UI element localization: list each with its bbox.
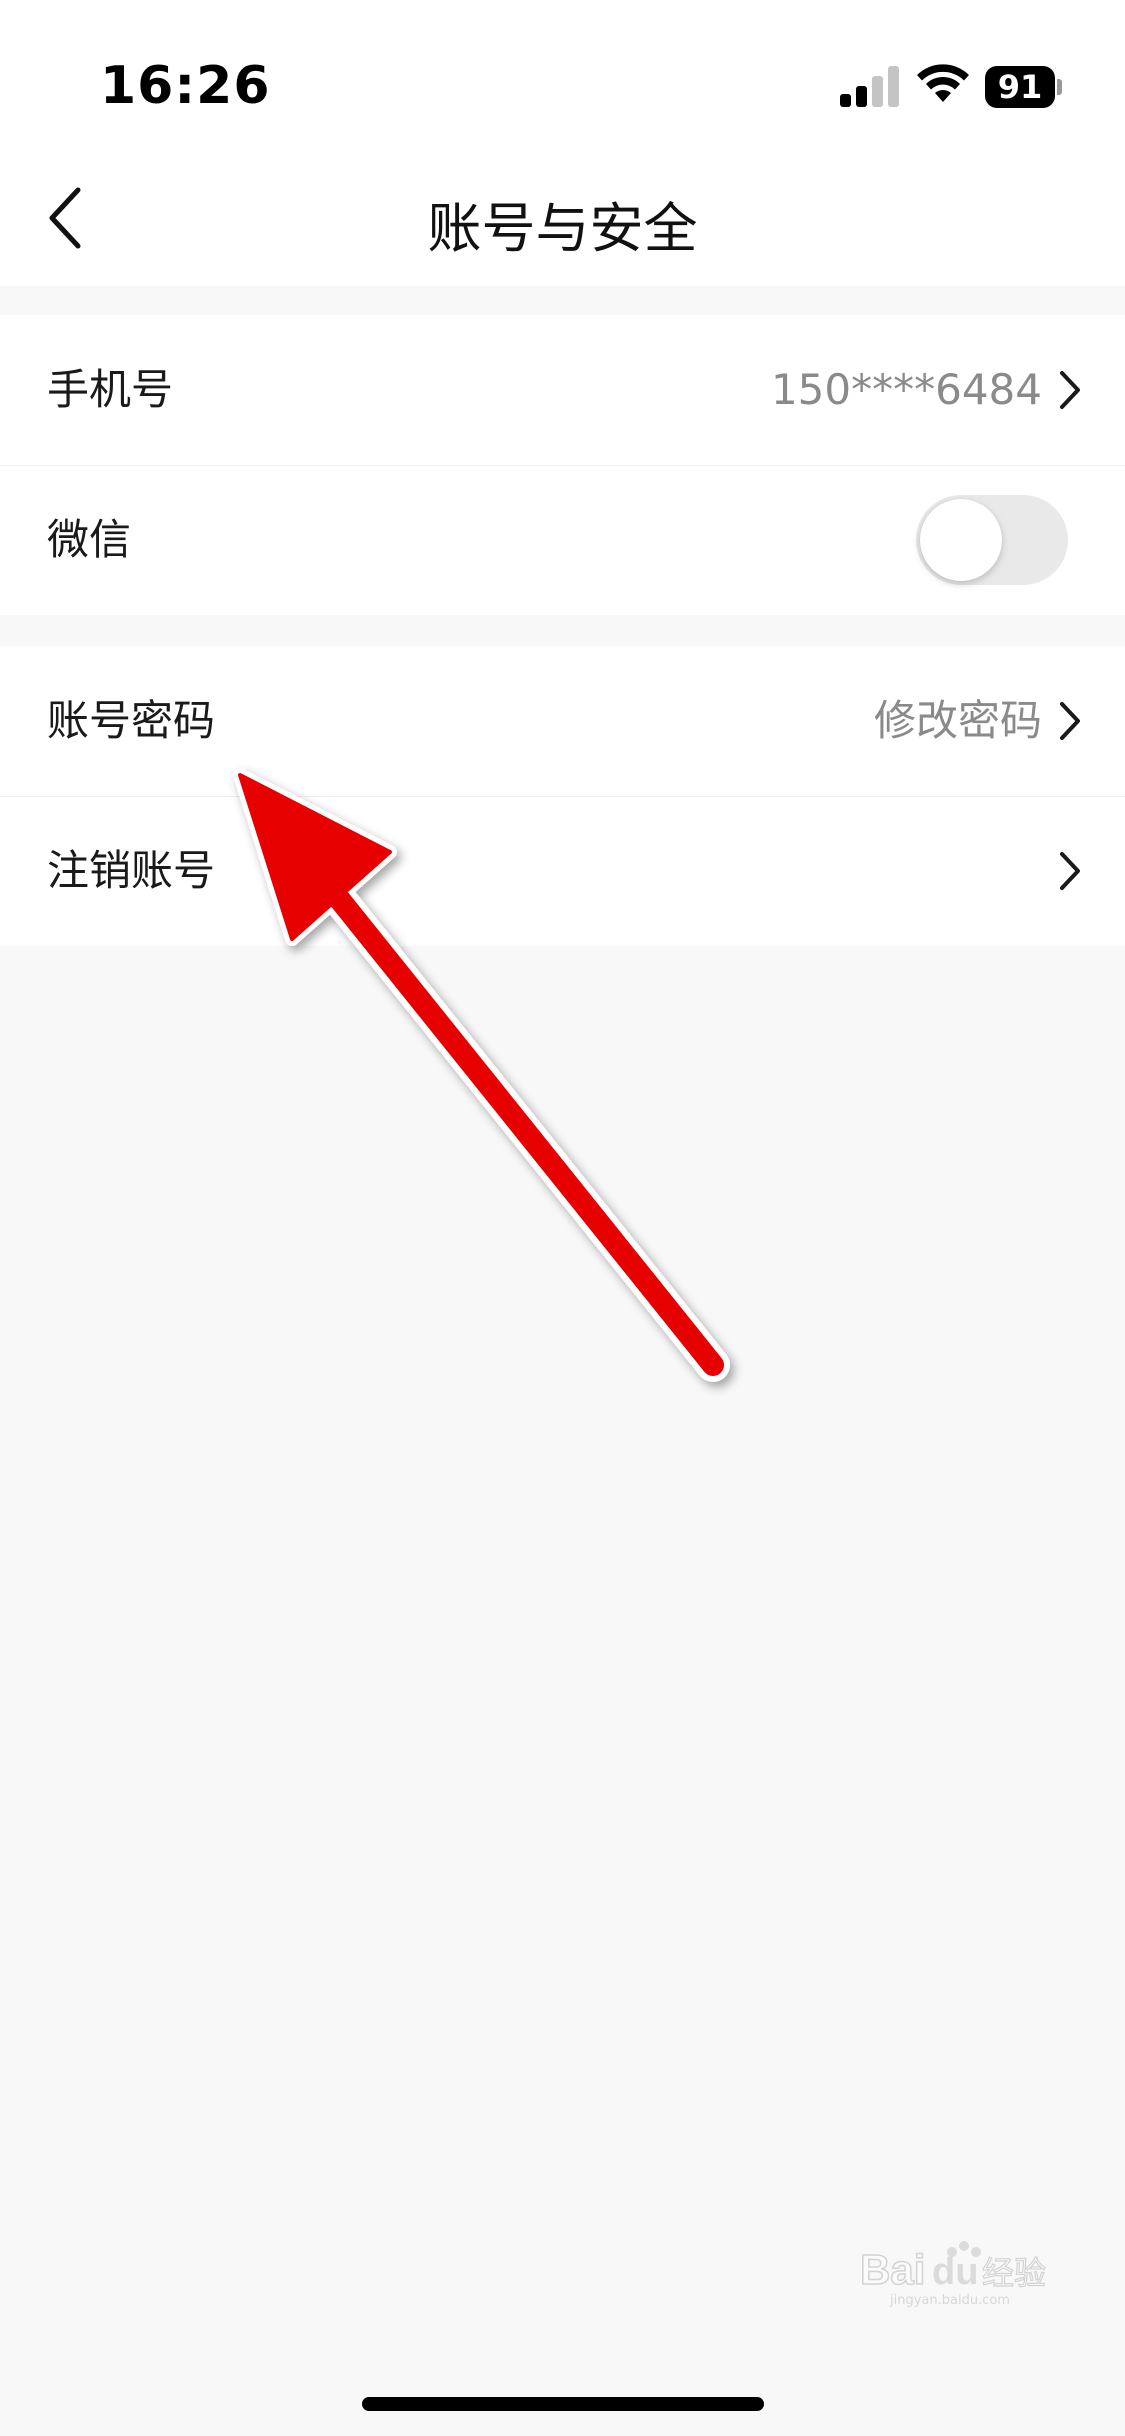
- baidu-watermark-logo: Bai du 经验 jingyan.baidu.com: [860, 2241, 1047, 2308]
- wifi-icon: [917, 64, 969, 102]
- status-time: 16:26: [100, 56, 271, 116]
- status-bar: 16:26 91: [0, 0, 1125, 150]
- svg-text:du: du: [932, 2251, 978, 2293]
- signal-icon: [840, 66, 899, 107]
- wechat-toggle[interactable]: [916, 495, 1068, 585]
- page-title: 账号与安全: [427, 197, 698, 260]
- account-password-label: 账号密码: [47, 696, 216, 745]
- phone-number-row[interactable]: 手机号 150****6484: [0, 315, 1125, 465]
- wechat-label: 微信: [47, 515, 132, 564]
- navigation-bar: 账号与安全: [0, 150, 1125, 286]
- chevron-right-icon: [1060, 702, 1080, 740]
- chevron-right-icon: [1060, 852, 1080, 890]
- deactivate-account-label: 注销账号: [47, 846, 216, 895]
- settings-group-contacts: 手机号 150****6484 微信: [0, 315, 1125, 615]
- wechat-row: 微信: [0, 465, 1125, 615]
- chevron-right-icon: [1060, 371, 1080, 409]
- change-password-value: 修改密码: [873, 696, 1042, 745]
- home-indicator: [362, 2397, 764, 2411]
- svg-text:jingyan.baidu.com: jingyan.baidu.com: [889, 2293, 1010, 2308]
- battery-icon: 91: [985, 66, 1062, 108]
- settings-group-account: 账号密码 修改密码 注销账号: [0, 646, 1125, 946]
- battery-level: 91: [985, 66, 1055, 108]
- deactivate-account-row[interactable]: 注销账号: [0, 796, 1125, 946]
- phone-number-value: 150****6484: [770, 365, 1042, 414]
- svg-text:经验: 经验: [982, 2254, 1046, 2292]
- phone-number-label: 手机号: [47, 365, 174, 414]
- toggle-knob: [920, 499, 1002, 581]
- account-password-row[interactable]: 账号密码 修改密码: [0, 646, 1125, 796]
- svg-text:Bai: Bai: [860, 2246, 925, 2293]
